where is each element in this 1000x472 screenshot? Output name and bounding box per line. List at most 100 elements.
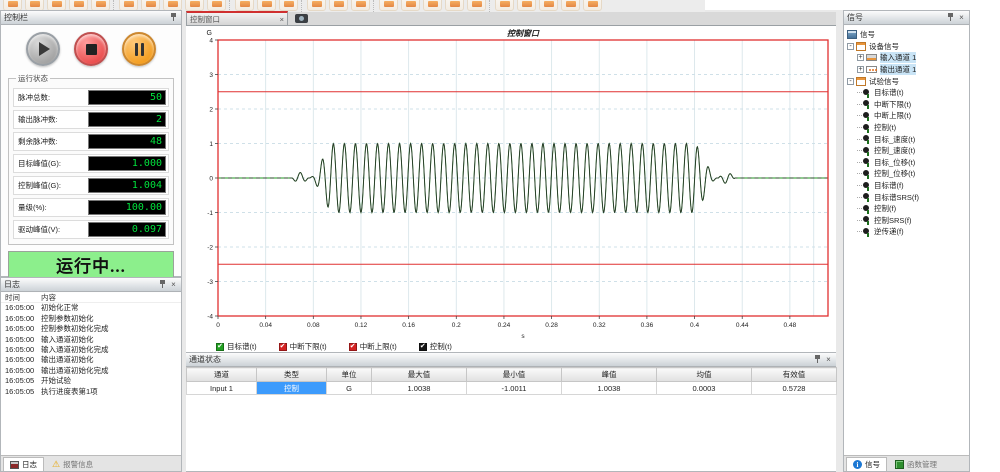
tab-信号[interactable]: i信号	[846, 457, 887, 471]
tab-control-window[interactable]: 控制窗口 ×	[186, 11, 288, 25]
legend-item[interactable]: ✔目标谱(t)	[216, 341, 257, 352]
tree-item[interactable]: -试验信号	[844, 75, 969, 87]
legend-item[interactable]: ✔中断上限(t)	[349, 341, 397, 352]
signal-panel: 信号 × 信号-设备信号+输入通道 1+输出通道 1-试验信号目标谱(t)中断下…	[843, 10, 970, 472]
log-row[interactable]: 16:05:05执行进度表第1项	[1, 387, 181, 397]
start-button[interactable]	[26, 32, 60, 66]
pause-button[interactable]	[122, 32, 156, 66]
toolbar-button[interactable]	[235, 0, 254, 11]
tab-报警信息[interactable]: ⚠报警信息	[45, 457, 100, 471]
tab-close-icon[interactable]: ×	[280, 15, 284, 24]
toolbar-button[interactable]	[185, 0, 204, 11]
toolbar-button[interactable]	[445, 0, 464, 11]
tree-connector	[857, 173, 862, 174]
log-row[interactable]: 16:05:00初始化正常	[1, 303, 181, 313]
toolbar-button[interactable]	[583, 0, 602, 11]
tree-item[interactable]: 目标_位移(t)	[844, 157, 969, 169]
table-column-header: 单位	[327, 368, 372, 382]
tab-函数管理[interactable]: 函数管理	[888, 457, 944, 471]
log-row[interactable]: 16:05:00控制参数初始化	[1, 314, 181, 324]
tree-item-label: 控制(t)	[874, 122, 896, 133]
x-tick-label: 0.4	[690, 322, 699, 329]
close-icon[interactable]: ×	[824, 355, 833, 364]
tree-item[interactable]: 控制_位移(t)	[844, 168, 969, 180]
toolbar-button[interactable]	[561, 0, 580, 11]
tree-connector	[857, 208, 862, 209]
tree-item[interactable]: 控制(f)	[844, 203, 969, 215]
tree-item[interactable]: 中断下限(t)	[844, 99, 969, 111]
toolbar-button[interactable]	[423, 0, 442, 11]
toolbar-button[interactable]	[467, 0, 486, 11]
tree-item[interactable]: 目标谱SRS(f)	[844, 191, 969, 203]
toolbar-button[interactable]	[351, 0, 370, 11]
tree-item[interactable]: 控制_速度(t)	[844, 145, 969, 157]
table-cell[interactable]: 0.5728	[752, 382, 837, 395]
log-content: 控制参数初始化	[41, 314, 181, 324]
toolbar-button[interactable]	[307, 0, 326, 11]
legend-checkbox[interactable]: ✔	[349, 343, 357, 351]
status-field-label: 控制峰值(G):	[18, 180, 61, 191]
legend-checkbox[interactable]: ✔	[279, 343, 287, 351]
log-row[interactable]: 16:05:00输入通道初始化完成	[1, 345, 181, 355]
log-row[interactable]: 16:05:00输出通道初始化完成	[1, 366, 181, 376]
pin-icon[interactable]	[158, 280, 167, 289]
tree-item[interactable]: 目标谱(t)	[844, 87, 969, 99]
legend-item[interactable]: ✔中断下限(t)	[279, 341, 327, 352]
snapshot-button[interactable]	[292, 12, 310, 25]
toolbar-button[interactable]	[207, 0, 226, 11]
pin-icon[interactable]	[169, 13, 178, 22]
tree-item[interactable]: 中断上限(t)	[844, 110, 969, 122]
table-row[interactable]: Input 1控制G1.0038-1.00111.00380.00030.572…	[187, 382, 837, 395]
tree-item[interactable]: 目标_速度(t)	[844, 133, 969, 145]
table-cell[interactable]: 控制	[257, 382, 327, 395]
toolbar-button[interactable]	[495, 0, 514, 11]
toolbar-button[interactable]	[379, 0, 398, 11]
stop-button[interactable]	[74, 32, 108, 66]
tree-item[interactable]: 控制(t)	[844, 122, 969, 134]
expand-icon[interactable]: +	[857, 66, 864, 73]
camera-icon	[295, 14, 308, 23]
tree-item[interactable]: +输出通道 1	[844, 64, 969, 76]
tab-label: 报警信息	[63, 459, 93, 470]
close-icon[interactable]: ×	[957, 13, 966, 22]
legend-item[interactable]: ✔控制(t)	[419, 341, 452, 352]
legend-checkbox[interactable]: ✔	[216, 343, 224, 351]
table-cell[interactable]: -1.0011	[467, 382, 562, 395]
collapse-icon[interactable]: -	[847, 43, 854, 50]
control-bar-title: 控制栏	[4, 12, 167, 23]
table-cell[interactable]: 1.0038	[372, 382, 467, 395]
legend-checkbox[interactable]: ✔	[419, 343, 427, 351]
log-row[interactable]: 16:05:00输出通道初始化	[1, 355, 181, 365]
tree-item[interactable]: -设备信号	[844, 41, 969, 53]
close-icon[interactable]: ×	[169, 280, 178, 289]
tree-item[interactable]: 信号	[844, 29, 969, 41]
x-tick-label: 0.48	[784, 322, 797, 329]
control-bar-header: 控制栏	[1, 11, 181, 25]
toolbar-button[interactable]	[539, 0, 558, 11]
chart-canvas[interactable]: 控制窗口G43210-1-2-3-400.040.080.120.160.20.…	[186, 26, 836, 352]
tree-item[interactable]: 逆传递(f)	[844, 226, 969, 238]
tree-item[interactable]: 控制SRS(f)	[844, 215, 969, 227]
warning-icon: ⚠	[52, 460, 60, 469]
log-time: 16:05:00	[1, 303, 41, 313]
log-row[interactable]: 16:05:00控制参数初始化完成	[1, 324, 181, 334]
log-row[interactable]: 16:05:00输入通道初始化	[1, 335, 181, 345]
log-row[interactable]: 16:05:05开始试验	[1, 376, 181, 386]
log-tabs-bar: 日志⚠报警信息	[1, 455, 181, 471]
toolbar-button[interactable]	[401, 0, 420, 11]
pin-icon[interactable]	[946, 13, 955, 22]
toolbar-button[interactable]	[257, 0, 276, 11]
table-cell[interactable]: Input 1	[187, 382, 257, 395]
collapse-icon[interactable]: -	[847, 78, 854, 85]
table-cell[interactable]: 0.0003	[657, 382, 752, 395]
pin-icon[interactable]	[813, 355, 822, 364]
table-cell[interactable]: 1.0038	[562, 382, 657, 395]
tab-日志[interactable]: 日志	[3, 457, 44, 471]
toolbar-button[interactable]	[329, 0, 348, 11]
table-cell[interactable]: G	[327, 382, 372, 395]
toolbar-button[interactable]	[279, 0, 298, 11]
tree-item[interactable]: +输入通道 1	[844, 52, 969, 64]
tree-item[interactable]: 目标谱(f)	[844, 180, 969, 192]
toolbar-button[interactable]	[517, 0, 536, 11]
expand-icon[interactable]: +	[857, 54, 864, 61]
